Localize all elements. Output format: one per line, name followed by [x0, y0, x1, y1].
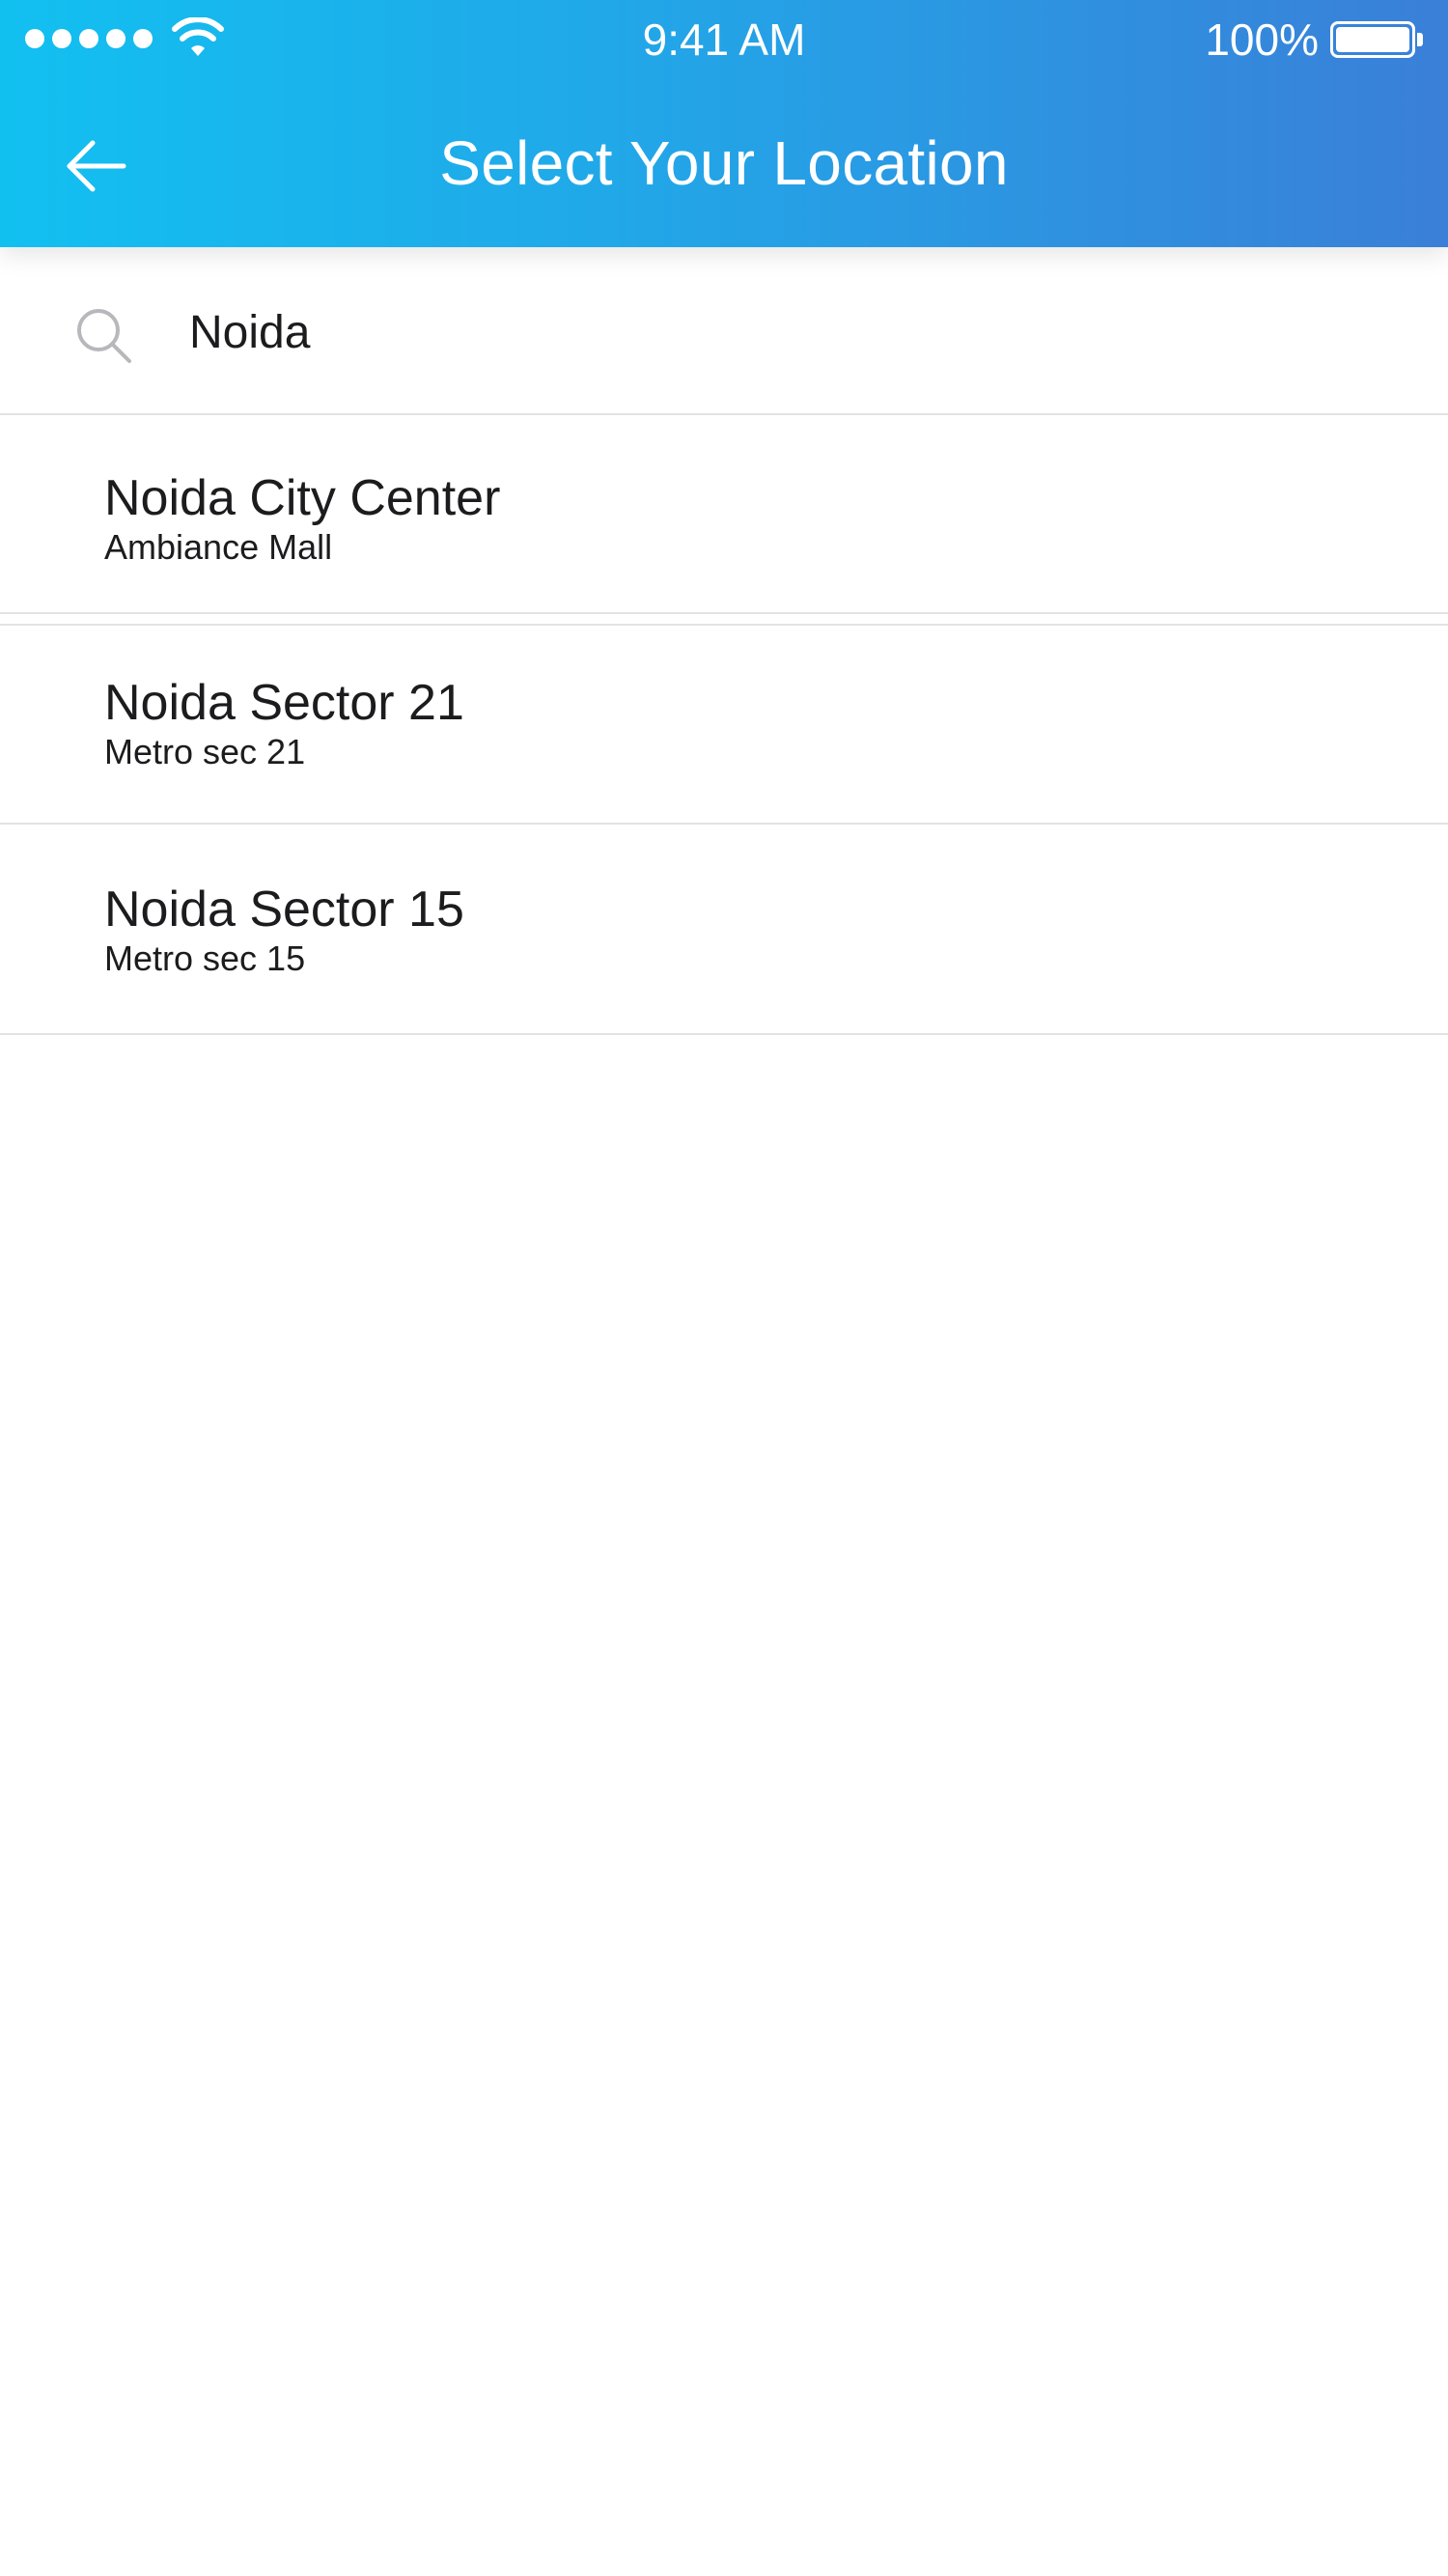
location-subtitle: Metro sec 21 — [104, 732, 306, 771]
location-result-item[interactable]: Noida Sector 15 Metro sec 15 — [0, 825, 1448, 1035]
search-icon — [77, 309, 131, 363]
location-title: Noida City Center — [104, 470, 501, 526]
battery-percentage: 100% — [1205, 14, 1319, 65]
location-title: Noida Sector 15 — [104, 882, 464, 938]
page-title: Select Your Location — [439, 128, 1009, 198]
status-bar: 9:41 AM 100% — [0, 0, 1448, 77]
battery-icon — [1330, 21, 1423, 58]
app-header: 9:41 AM 100% Select Your Location — [0, 0, 1448, 247]
location-results-list: Noida City Center Ambiance Mall Noida Se… — [0, 415, 1448, 1035]
location-title: Noida Sector 21 — [104, 675, 464, 731]
battery-body — [1330, 21, 1415, 58]
location-subtitle: Metro sec 15 — [104, 938, 306, 978]
battery-tip — [1417, 33, 1423, 46]
location-result-item[interactable]: Noida Sector 21 Metro sec 21 — [0, 626, 1448, 825]
search-input[interactable] — [189, 295, 1386, 369]
list-divider — [0, 614, 1448, 626]
location-subtitle: Ambiance Mall — [104, 527, 333, 567]
search-bar — [0, 247, 1448, 415]
battery-fill — [1336, 27, 1409, 52]
location-result-item[interactable]: Noida City Center Ambiance Mall — [0, 415, 1448, 614]
